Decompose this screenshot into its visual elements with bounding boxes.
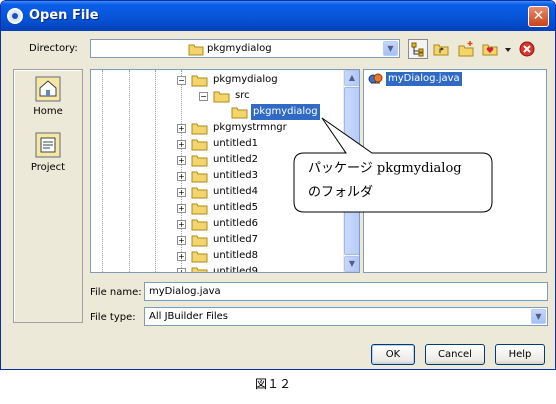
dialog-title: Open File [29, 8, 99, 23]
jbuilder-app-icon [7, 8, 23, 24]
delete-icon [519, 41, 535, 57]
expand-icon[interactable]: + [177, 124, 186, 133]
tree-node-label: src [235, 90, 250, 101]
new-folder-button[interactable] [456, 39, 476, 59]
shortcuts-panel: Home Project [13, 69, 83, 323]
collapse-icon[interactable]: − [199, 92, 208, 101]
java-file-icon [368, 73, 383, 84]
file-type-combo[interactable]: All JBuilder Files ▼ [144, 307, 548, 326]
folder-icon [191, 123, 208, 135]
open-file-dialog: Open File ✕ Directory: pkgmydialog ▼ Hom… [0, 0, 556, 370]
shortcut-project[interactable]: Project [14, 132, 82, 173]
folder-icon [191, 203, 208, 215]
tree-node-label: untitled5 [213, 202, 258, 213]
tree-node-label: untitled7 [213, 234, 258, 245]
project-icon [35, 132, 61, 158]
folder-icon [191, 187, 208, 199]
directory-combo[interactable]: pkgmydialog ▼ [90, 39, 400, 58]
expand-icon[interactable]: + [177, 172, 186, 181]
annotation-line-1: パッケージ pkgmydialog [308, 161, 462, 176]
title-bar[interactable]: Open File ✕ [1, 1, 555, 31]
tree-node-label: pkgmydialog [250, 103, 321, 121]
favorites-dropdown-button[interactable] [501, 39, 515, 59]
tree-node-label: untitled4 [213, 186, 258, 197]
expand-icon[interactable]: + [177, 204, 186, 213]
expand-icon[interactable]: + [177, 236, 186, 245]
tree-node-label: pkgmydialog [213, 74, 278, 85]
shortcut-home-label: Home [33, 106, 63, 117]
folder-icon [191, 155, 208, 167]
file-name-label: myDialog.java [386, 72, 462, 86]
expand-icon[interactable]: + [177, 156, 186, 165]
tree-node-label: untitled6 [213, 218, 258, 229]
up-folder-button[interactable] [431, 39, 451, 59]
cancel-button[interactable]: Cancel [425, 344, 485, 365]
new-folder-icon [458, 41, 474, 57]
figure-caption-text: 図１２ [254, 377, 291, 391]
expand-icon[interactable]: + [177, 220, 186, 229]
tree-guide-line [102, 70, 103, 272]
tree-view-icon [411, 42, 424, 57]
favorites-icon [482, 44, 498, 56]
close-button[interactable]: ✕ [528, 6, 549, 27]
favorites-button[interactable] [480, 39, 500, 59]
figure-caption: 図１２ [0, 375, 556, 392]
tree-node-label: pkgmystrmngr [213, 122, 287, 133]
tree-node-label: untitled8 [213, 250, 258, 261]
tree-node-label: untitled2 [213, 154, 258, 165]
scroll-up-button[interactable]: ▲ [344, 70, 359, 86]
up-folder-icon [433, 44, 449, 56]
file-name-input[interactable]: myDialog.java [144, 282, 548, 301]
delete-button[interactable] [517, 39, 537, 59]
folder-icon [191, 267, 208, 272]
folder-icon [188, 44, 204, 56]
help-button[interactable]: Help [495, 344, 545, 365]
annotation-text: パッケージ pkgmydialog のフォルダ [308, 157, 462, 205]
folder-icon [191, 171, 208, 183]
tree-node-label: untitled9 [213, 266, 258, 273]
folder-icon [191, 219, 208, 231]
expand-icon[interactable]: + [177, 140, 186, 149]
chevron-down-icon[interactable]: ▼ [531, 309, 546, 324]
annotation-line-2: のフォルダ [308, 185, 374, 200]
tree-guide-line [129, 70, 130, 272]
tree-node-label: untitled3 [213, 170, 258, 181]
file-name-label-text: File name: [90, 287, 142, 298]
folder-icon [213, 91, 230, 103]
directory-label: Directory: [29, 43, 78, 54]
chevron-down-icon[interactable]: ▼ [383, 41, 398, 56]
home-icon [35, 76, 61, 102]
expand-icon[interactable]: + [177, 268, 186, 272]
scroll-down-button[interactable]: ▼ [344, 256, 359, 272]
expand-icon[interactable]: + [177, 188, 186, 197]
shortcut-home[interactable]: Home [14, 76, 82, 117]
open-folder-icon [231, 107, 248, 119]
folder-icon [191, 139, 208, 151]
tree-guide-line [155, 70, 156, 272]
tree-node-label: untitled1 [213, 138, 258, 149]
ok-button[interactable]: OK [371, 344, 415, 365]
tree-view-button[interactable] [408, 39, 428, 59]
file-type-label: File type: [90, 312, 136, 323]
folder-icon [191, 251, 208, 263]
collapse-icon[interactable]: − [177, 76, 186, 85]
chevron-down-icon [505, 48, 511, 52]
folder-icon [191, 75, 208, 87]
shortcut-project-label: Project [30, 162, 66, 173]
folder-icon [191, 235, 208, 247]
directory-value: pkgmydialog [207, 43, 272, 54]
file-type-value: All JBuilder Files [149, 311, 229, 322]
expand-icon[interactable]: + [177, 252, 186, 261]
